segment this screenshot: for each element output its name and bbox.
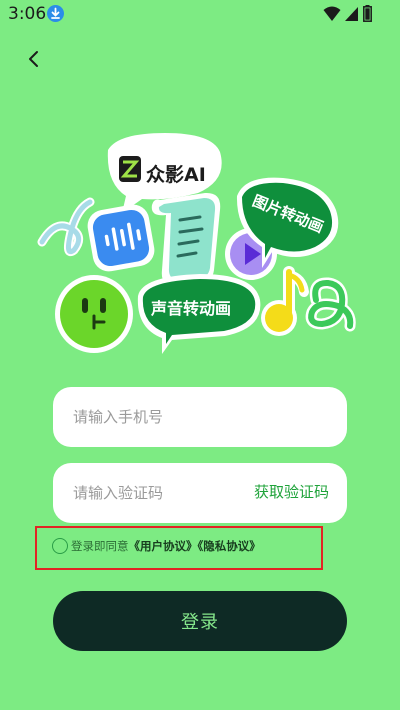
agreement-radio[interactable] [52, 538, 68, 554]
user-agreement-link[interactable]: 《用户协议》 [129, 539, 198, 553]
agreement-text: 登录即同意《用户协议》《隐私协议》 [71, 538, 261, 554]
script-scroll-icon [151, 192, 221, 287]
get-code-button[interactable]: 获取验证码 [254, 481, 329, 502]
phone-input[interactable] [71, 407, 235, 427]
privacy-policy-link[interactable]: 《隐私协议》 [198, 539, 261, 553]
voice-wave-icon [87, 204, 155, 272]
login-button-label: 登录 [181, 612, 219, 633]
voice-to-animation-label: 声音转动画 [150, 299, 231, 318]
brand-name: 众影AI [146, 163, 206, 186]
phone-field[interactable] [53, 387, 347, 447]
verification-code-input[interactable] [71, 483, 235, 503]
login-button[interactable]: 登录 [53, 591, 347, 651]
smiley-face-icon [55, 275, 133, 353]
agreement-prefix: 登录即同意 [71, 539, 129, 553]
music-note-icon [261, 266, 309, 336]
hero-illustration: 众影AI 图片转动画 声音转动画 [37, 133, 356, 354]
voice-to-animation-bubble: 声音转动画 [137, 274, 261, 354]
verification-code-field[interactable]: 获取验证码 [53, 463, 347, 523]
